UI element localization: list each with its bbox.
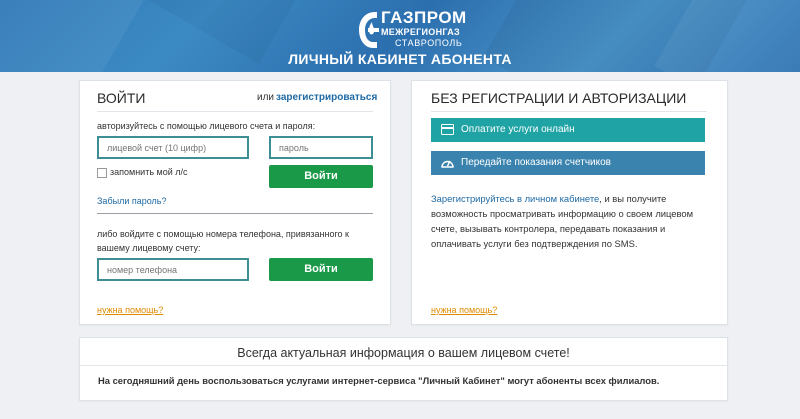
no-registration-heading: БЕЗ РЕГИСТРАЦИИ И АВТОРИЗАЦИИ [431, 90, 687, 106]
registration-benefits-text: Зарегистрируйтесь в личном кабинете, и в… [431, 191, 715, 251]
info-title: Всегда актуальная информация о вашем лиц… [237, 346, 570, 360]
login-help-link[interactable]: нужна помощь? [97, 305, 163, 315]
register-link[interactable]: зарегистрироваться [276, 92, 377, 103]
login-heading: ВОЙТИ [97, 90, 146, 106]
info-text: На сегодняшний день воспользоваться услу… [98, 375, 660, 386]
divider [97, 213, 373, 214]
forgot-password-link[interactable]: Забыли пароль? [97, 196, 166, 206]
password-input[interactable] [269, 136, 373, 159]
page-title: ЛИЧНЫЙ КАБИНЕТ АБОНЕНТА [288, 51, 512, 67]
info-card: Всегда актуальная информация о вашем лиц… [79, 337, 728, 401]
submit-meter-readings-button[interactable]: Передайте показания счетчиков [431, 151, 705, 175]
account-hint: авторизуйтесь с помощью лицевого счета и… [97, 121, 316, 131]
phone-hint: либо войдите с помощью номера телефона, … [97, 229, 349, 253]
pay-online-label: Оплатите услуги онлайн [461, 124, 575, 135]
register-in-cabinet-link[interactable]: Зарегистрируйтесь в личном кабинете [431, 193, 599, 204]
account-number-input[interactable] [97, 136, 249, 159]
gauge-icon [441, 160, 454, 168]
pay-online-button[interactable]: Оплатите услуги онлайн [431, 118, 705, 142]
divider [80, 365, 727, 366]
login-card: ВОЙТИ или зарегистрироваться авторизуйте… [79, 80, 391, 325]
phone-login-button[interactable]: Войти [269, 258, 373, 281]
divider [431, 111, 707, 112]
page-header: ГАЗПРОМ МЕЖРЕГИОНГАЗ СТАВРОПОЛЬ ЛИЧНЫЙ К… [0, 0, 800, 72]
login-button[interactable]: Войти [269, 165, 373, 188]
logo-line-3: СТАВРОПОЛЬ [395, 38, 463, 48]
gazprom-logo[interactable]: ГАЗПРОМ МЕЖРЕГИОНГАЗ СТАВРОПОЛЬ [355, 6, 467, 50]
logo-line-1: ГАЗПРОМ [381, 8, 467, 27]
remember-checkbox[interactable] [97, 168, 107, 178]
gazprom-flame-icon [359, 12, 379, 48]
phone-input[interactable] [97, 258, 249, 281]
no-registration-card: БЕЗ РЕГИСТРАЦИИ И АВТОРИЗАЦИИ Оплатите у… [411, 80, 728, 325]
no-registration-help-link[interactable]: нужна помощь? [431, 305, 497, 315]
divider [97, 111, 373, 112]
submit-meter-readings-label: Передайте показания счетчиков [461, 157, 611, 168]
or-text: или [257, 92, 275, 103]
logo-line-2: МЕЖРЕГИОНГАЗ [381, 27, 460, 37]
credit-card-icon [441, 124, 454, 135]
remember-label: запомнить мой л/с [110, 167, 188, 177]
